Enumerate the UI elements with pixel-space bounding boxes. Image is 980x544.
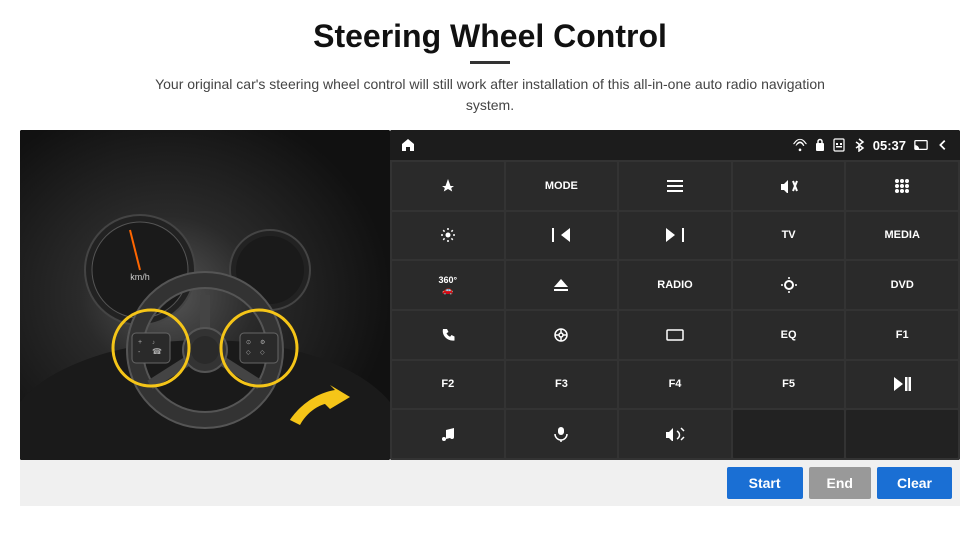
lock-icon: [815, 138, 825, 152]
btn-list[interactable]: [619, 162, 731, 210]
btn-radio[interactable]: RADIO: [619, 261, 731, 309]
svg-text:◇: ◇: [260, 350, 265, 356]
btn-f4[interactable]: F4: [619, 361, 731, 409]
page-title: Steering Wheel Control: [313, 18, 667, 55]
btn-dvd[interactable]: DVD: [846, 261, 958, 309]
control-panel: 05:37: [390, 130, 960, 460]
btn-eq[interactable]: EQ: [733, 311, 845, 359]
btn-360[interactable]: 360°🚗: [392, 261, 504, 309]
cast-icon: [914, 138, 928, 152]
page-container: Steering Wheel Control Your original car…: [0, 0, 980, 544]
bluetooth-icon: [853, 138, 865, 152]
btn-screen[interactable]: [619, 311, 731, 359]
btn-brightness[interactable]: [733, 261, 845, 309]
title-divider: [470, 61, 510, 64]
btn-play-pause[interactable]: [846, 361, 958, 409]
bottom-bar: Start End Clear: [20, 460, 960, 506]
sim-icon: [833, 138, 845, 152]
btn-f5[interactable]: F5: [733, 361, 845, 409]
svg-text:+: +: [138, 339, 142, 346]
btn-nav[interactable]: [392, 162, 504, 210]
home-icon: [400, 137, 416, 153]
button-grid: MODE: [390, 160, 960, 460]
btn-empty2: [846, 410, 958, 458]
btn-empty1: [733, 410, 845, 458]
svg-text:☎: ☎: [152, 347, 162, 356]
back-icon: [936, 138, 950, 152]
btn-eject[interactable]: [506, 261, 618, 309]
btn-settings[interactable]: [392, 212, 504, 260]
btn-mode[interactable]: MODE: [506, 162, 618, 210]
clear-button[interactable]: Clear: [877, 467, 952, 499]
btn-media[interactable]: MEDIA: [846, 212, 958, 260]
content-row: km/h: [20, 130, 960, 460]
btn-volume[interactable]: [619, 410, 731, 458]
svg-text:♪: ♪: [152, 340, 155, 346]
svg-text:⊙: ⊙: [246, 340, 251, 346]
end-button[interactable]: End: [809, 467, 871, 499]
start-button[interactable]: Start: [727, 467, 803, 499]
status-time: 05:37: [873, 138, 906, 153]
btn-mic[interactable]: [506, 410, 618, 458]
page-subtitle: Your original car's steering wheel contr…: [150, 74, 830, 116]
btn-f1[interactable]: F1: [846, 311, 958, 359]
car-image: km/h: [20, 130, 390, 460]
btn-apps[interactable]: [846, 162, 958, 210]
btn-f2[interactable]: F2: [392, 361, 504, 409]
btn-next[interactable]: [619, 212, 731, 260]
status-left: [400, 137, 416, 153]
btn-tv[interactable]: TV: [733, 212, 845, 260]
btn-phone[interactable]: [392, 311, 504, 359]
svg-text:◇: ◇: [246, 350, 251, 356]
btn-nav2[interactable]: [506, 311, 618, 359]
status-bar: 05:37: [390, 130, 960, 160]
status-right: 05:37: [793, 138, 950, 153]
btn-mute[interactable]: [733, 162, 845, 210]
btn-music[interactable]: [392, 410, 504, 458]
svg-text:km/h: km/h: [130, 272, 150, 282]
btn-prev[interactable]: [506, 212, 618, 260]
wifi-icon: [793, 138, 807, 152]
svg-text:⚙: ⚙: [260, 339, 265, 346]
btn-f3[interactable]: F3: [506, 361, 618, 409]
